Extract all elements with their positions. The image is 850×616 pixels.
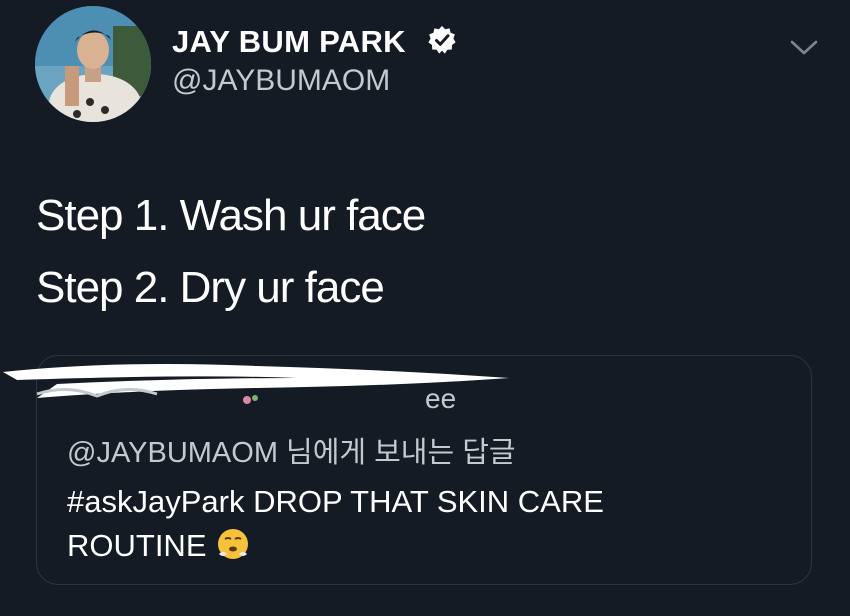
user-handle[interactable]: @JAYBUMAOM xyxy=(172,64,390,98)
avatar[interactable] xyxy=(35,6,151,122)
quoted-tweet-card[interactable]: ee @JAYBUMAOM 님에게 보내는 답글 #askJayPark DRO… xyxy=(3,355,812,585)
verified-badge-icon xyxy=(428,26,456,54)
tweet-text: Step 1. Wash ur face Step 2. Dry ur face xyxy=(36,180,426,324)
chevron-down-icon[interactable] xyxy=(788,36,820,60)
reply-to-label: @JAYBUMAOM 님에게 보내는 답글 xyxy=(67,437,516,469)
tweet-line-1: Step 1. Wash ur face xyxy=(36,191,426,240)
tweet-line-2: Step 2. Dry ur face xyxy=(36,263,385,312)
display-name[interactable]: JAY BUM PARK xyxy=(172,24,406,60)
face-with-steam-from-nose-emoji xyxy=(217,529,248,559)
quoted-tweet-text: #askJayPark DROP THAT SKIN CARE ROUTINE xyxy=(67,480,707,568)
redaction-scribble xyxy=(3,364,509,404)
avatar-image xyxy=(35,6,151,122)
quoted-text: #askJayPark DROP THAT SKIN CARE ROUTINE xyxy=(67,484,604,563)
tweet-container: JAY BUM PARK @JAYBUMAOM Step 1. Wash ur … xyxy=(0,0,850,616)
